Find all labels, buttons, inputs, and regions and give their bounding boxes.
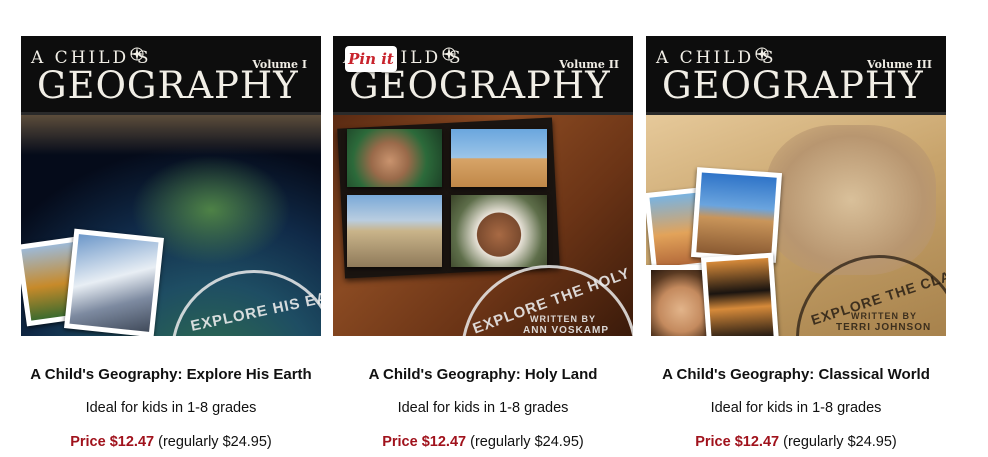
product-title[interactable]: A Child's Geography: Classical World [636, 366, 956, 383]
compass-icon [442, 47, 456, 61]
photo-jerusalem [347, 195, 442, 267]
photo-mountains [64, 228, 164, 336]
cover-art-earth: EXPLORE HIS EARTH [21, 115, 321, 336]
regular-price: (regularly $24.95) [158, 434, 272, 450]
stamp-author: TERRI JOHNSON [836, 322, 932, 333]
cover-art-classical: EXPLORE THE CLASSICAL W WRITTEN BY TERRI… [646, 115, 946, 336]
photo-pottery [700, 252, 780, 336]
cover-banner: A CHILD'S GEOGRAPHY Volume I [21, 36, 321, 115]
sale-price: Price $12.47 [70, 434, 155, 450]
cover-title-line2: GEOGRAPHY [37, 64, 299, 107]
regular-price: (regularly $24.95) [783, 434, 897, 450]
cover-volume-label: Volume I [252, 58, 307, 71]
product-title[interactable]: A Child's Geography: Explore His Earth [11, 366, 331, 383]
stamp-written-by: WRITTEN BY [851, 311, 917, 321]
product-card-holy-land[interactable]: A CHILD'S GEOGRAPHY Volume II EXPLORE TH… [333, 36, 633, 450]
product-card-classical-world[interactable]: A CHILD'S GEOGRAPHY Volume III EXPLORE T… [646, 36, 946, 450]
price-row: Price $12.47 (regularly $24.95) [636, 434, 956, 450]
cover-volume-label: Volume III [867, 58, 932, 71]
photo-man [451, 195, 547, 267]
photo-girl [347, 129, 442, 187]
compass-icon [755, 47, 769, 61]
product-card-explore-his-earth[interactable]: A CHILD'S GEOGRAPHY Volume I EXPLORE HIS… [21, 36, 321, 450]
book-cover-image[interactable]: A CHILD'S GEOGRAPHY Volume III EXPLORE T… [646, 36, 946, 336]
stamp-written-by: WRITTEN BY [530, 314, 596, 324]
compass-icon [130, 47, 144, 61]
cover-art-holy-land: EXPLORE THE HOLY L WRITTEN BY ANN VOSKAM… [333, 115, 633, 336]
sale-price: Price $12.47 [382, 434, 467, 450]
product-grade-range: Ideal for kids in 1-8 grades [710, 400, 882, 416]
product-title[interactable]: A Child's Geography: Holy Land [323, 366, 643, 383]
price-row: Price $12.47 (regularly $24.95) [11, 434, 331, 450]
book-cover-image[interactable]: A CHILD'S GEOGRAPHY Volume II EXPLORE TH… [333, 36, 633, 336]
product-grade-range: Ideal for kids in 1-8 grades [397, 400, 569, 416]
cover-volume-label: Volume II [559, 58, 619, 71]
cover-title-line2: GEOGRAPHY [349, 64, 611, 107]
sale-price: Price $12.47 [695, 434, 780, 450]
regular-price: (regularly $24.95) [470, 434, 584, 450]
product-grade-range: Ideal for kids in 1-8 grades [85, 400, 257, 416]
stamp-author: ANN VOSKAMP [523, 325, 610, 336]
photo-colosseum [690, 167, 783, 263]
cover-banner: A CHILD'S GEOGRAPHY Volume III [646, 36, 946, 115]
price-row: Price $12.47 (regularly $24.95) [323, 434, 643, 450]
book-cover-image[interactable]: A CHILD'S GEOGRAPHY Volume I EXPLORE HIS… [21, 36, 321, 336]
pin-it-button[interactable]: Pin it [345, 46, 397, 72]
cover-title-line2: GEOGRAPHY [662, 64, 924, 107]
photo-pyramids [451, 129, 547, 187]
